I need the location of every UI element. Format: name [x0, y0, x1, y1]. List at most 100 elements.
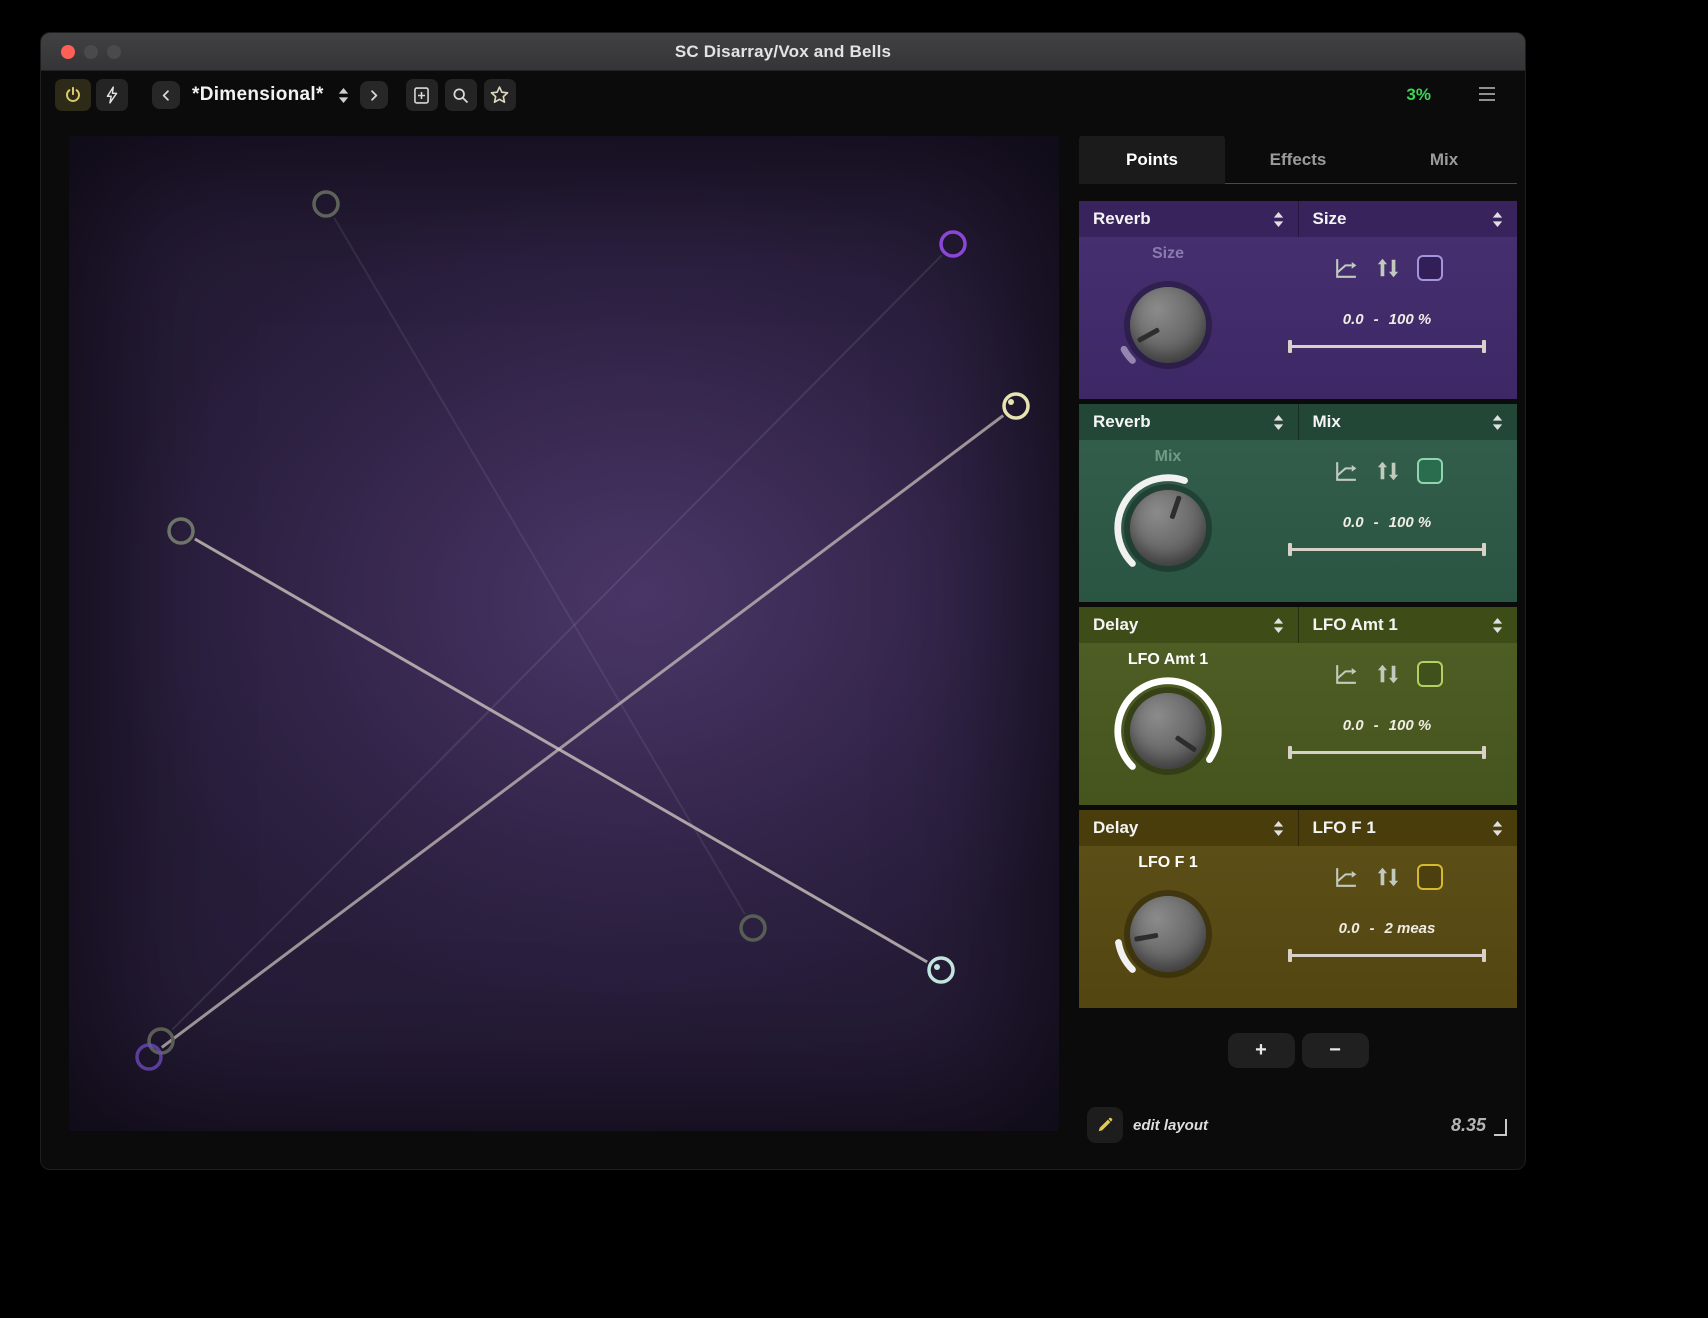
page-plus-icon: [411, 85, 432, 106]
curve-mode-button[interactable]: [1332, 256, 1359, 281]
pad-node[interactable]: [314, 192, 338, 216]
param-dropdown[interactable]: Size: [1298, 201, 1518, 237]
power-button[interactable]: [55, 79, 91, 111]
curve-mode-button[interactable]: [1332, 865, 1359, 890]
range-slider[interactable]: [1288, 746, 1486, 759]
param-knob[interactable]: [1110, 876, 1226, 992]
bypass-button[interactable]: [96, 79, 128, 111]
next-preset-button[interactable]: [360, 81, 388, 109]
range-slider[interactable]: [1288, 340, 1486, 353]
browse-presets-button[interactable]: [445, 79, 477, 111]
direction-arrows-button[interactable]: [1374, 459, 1402, 483]
pad-node-dot: [1008, 399, 1014, 405]
param-knob[interactable]: [1110, 267, 1226, 383]
param-dropdown[interactable]: LFO F 1: [1298, 810, 1518, 846]
minimize-button[interactable]: [84, 45, 98, 59]
param-label: Size: [1313, 209, 1347, 229]
range-readout: 0.0-2 meas: [1339, 920, 1436, 937]
chevron-right-icon: [365, 87, 382, 104]
edit-layout-label: edit layout: [1133, 1107, 1208, 1143]
add-point-button[interactable]: +: [1228, 1033, 1295, 1068]
edit-layout-button[interactable]: [1087, 1107, 1123, 1143]
curve-mode-button[interactable]: [1332, 662, 1359, 687]
enable-toggle[interactable]: [1417, 255, 1443, 281]
cursor-glyph: [1494, 1119, 1507, 1136]
range-readout: 0.0-100 %: [1343, 514, 1431, 531]
param-dropdown[interactable]: Mix: [1298, 404, 1518, 440]
up-down-arrows-icon: [1374, 256, 1402, 280]
window-title: SC Disarray/Vox and Bells: [675, 42, 891, 62]
target-dropdown[interactable]: Delay: [1079, 607, 1298, 643]
sort-arrows-icon: [1490, 616, 1505, 635]
param-label: Mix: [1313, 412, 1341, 432]
tab-effects[interactable]: Effects: [1225, 136, 1371, 184]
range-slider[interactable]: [1288, 543, 1486, 556]
hamburger-icon: [1477, 86, 1497, 102]
enable-toggle[interactable]: [1417, 458, 1443, 484]
lightning-icon: [102, 85, 122, 105]
direction-arrows-button[interactable]: [1374, 256, 1402, 280]
save-preset-button[interactable]: [406, 79, 438, 111]
pad-connection-line: [334, 218, 745, 914]
target-dropdown[interactable]: Reverb: [1079, 404, 1298, 440]
favorite-button[interactable]: [484, 79, 516, 111]
pad-connection-line: [162, 416, 1003, 1048]
curve-mode-button[interactable]: [1332, 459, 1359, 484]
target-label: Delay: [1093, 615, 1138, 635]
sort-arrows-icon: [1271, 616, 1286, 635]
pad-node[interactable]: [137, 1045, 161, 1069]
pad-node[interactable]: [941, 232, 965, 256]
param-knob[interactable]: [1110, 470, 1226, 586]
sort-arrows-icon: [1271, 413, 1286, 432]
power-icon: [63, 85, 83, 105]
titlebar[interactable]: SC Disarray/Vox and Bells: [41, 33, 1525, 71]
target-label: Reverb: [1093, 209, 1151, 229]
pad-node[interactable]: [1004, 394, 1028, 418]
pad-node[interactable]: [169, 519, 193, 543]
enable-toggle[interactable]: [1417, 864, 1443, 890]
up-down-arrows-icon: [1374, 662, 1402, 686]
prev-preset-button[interactable]: [152, 81, 180, 109]
tab-points[interactable]: Points: [1079, 136, 1225, 184]
param-knob[interactable]: [1110, 673, 1226, 789]
close-button[interactable]: [61, 45, 75, 59]
traffic-lights: [61, 33, 121, 70]
target-dropdown[interactable]: Delay: [1079, 810, 1298, 846]
param-dropdown[interactable]: LFO Amt 1: [1298, 607, 1518, 643]
ramp-arrow-icon: [1332, 459, 1359, 484]
xy-morph-pad[interactable]: [69, 136, 1059, 1131]
menu-button[interactable]: [1477, 86, 1497, 105]
module-card-reverb-size: Reverb Size Size: [1079, 201, 1517, 399]
enable-toggle[interactable]: [1417, 661, 1443, 687]
right-panel: Points Effects Mix Reverb Size: [1079, 136, 1517, 1068]
sort-arrows-icon: [1490, 819, 1505, 838]
preset-stepper-icon[interactable]: [336, 86, 351, 105]
direction-arrows-button[interactable]: [1374, 865, 1402, 889]
tab-mix[interactable]: Mix: [1371, 136, 1517, 184]
range-slider[interactable]: [1288, 949, 1486, 962]
remove-point-button[interactable]: −: [1302, 1033, 1369, 1068]
target-label: Reverb: [1093, 412, 1151, 432]
module-cards: Reverb Size Size: [1079, 201, 1517, 1008]
sort-arrows-icon: [1271, 819, 1286, 838]
xy-pad-canvas: [69, 136, 1059, 1131]
target-dropdown[interactable]: Reverb: [1079, 201, 1298, 237]
panel-tabs: Points Effects Mix: [1079, 136, 1517, 184]
cpu-meter: 3%: [1406, 85, 1431, 105]
preset-name[interactable]: *Dimensional*: [189, 84, 327, 106]
direction-arrows-button[interactable]: [1374, 662, 1402, 686]
sort-arrows-icon: [1271, 210, 1286, 229]
pad-node[interactable]: [741, 916, 765, 940]
param-label: LFO F 1: [1313, 818, 1376, 838]
pad-connection-line: [172, 255, 941, 1029]
up-down-arrows-icon: [1374, 459, 1402, 483]
pad-node-dot: [934, 964, 940, 970]
param-label: LFO Amt 1: [1313, 615, 1398, 635]
target-label: Delay: [1093, 818, 1138, 838]
zoom-button[interactable]: [107, 45, 121, 59]
pencil-icon: [1095, 1115, 1115, 1135]
module-card-delay-lfo-amt: Delay LFO Amt 1 LFO Amt 1: [1079, 607, 1517, 805]
pad-node[interactable]: [929, 958, 953, 982]
ramp-arrow-icon: [1332, 256, 1359, 281]
knob-pointer: [1101, 867, 1235, 1001]
